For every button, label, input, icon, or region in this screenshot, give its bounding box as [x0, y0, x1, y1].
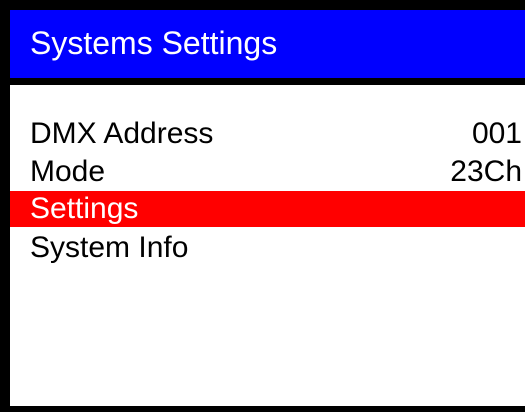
menu-item-label: Settings — [30, 192, 139, 225]
title-divider — [10, 78, 525, 85]
menu-item-settings[interactable]: Settings — [10, 191, 525, 227]
menu-item-dmx-address[interactable]: DMX Address 001 — [10, 116, 525, 152]
menu-item-value: 001 — [471, 117, 522, 150]
menu-item-label: DMX Address — [30, 117, 214, 150]
menu-item-mode[interactable]: Mode 23Ch — [10, 154, 525, 190]
menu-item-system-info[interactable]: System Info — [10, 230, 525, 266]
device-screen: Systems Settings DMX Address 001 Mode 23… — [0, 0, 525, 412]
menu-item-value: 23Ch — [450, 155, 522, 188]
menu-item-label: System Info — [30, 231, 189, 264]
menu-item-label: Mode — [30, 155, 106, 188]
screen-title: Systems Settings — [30, 25, 278, 61]
title-bar: Systems Settings — [10, 10, 525, 78]
